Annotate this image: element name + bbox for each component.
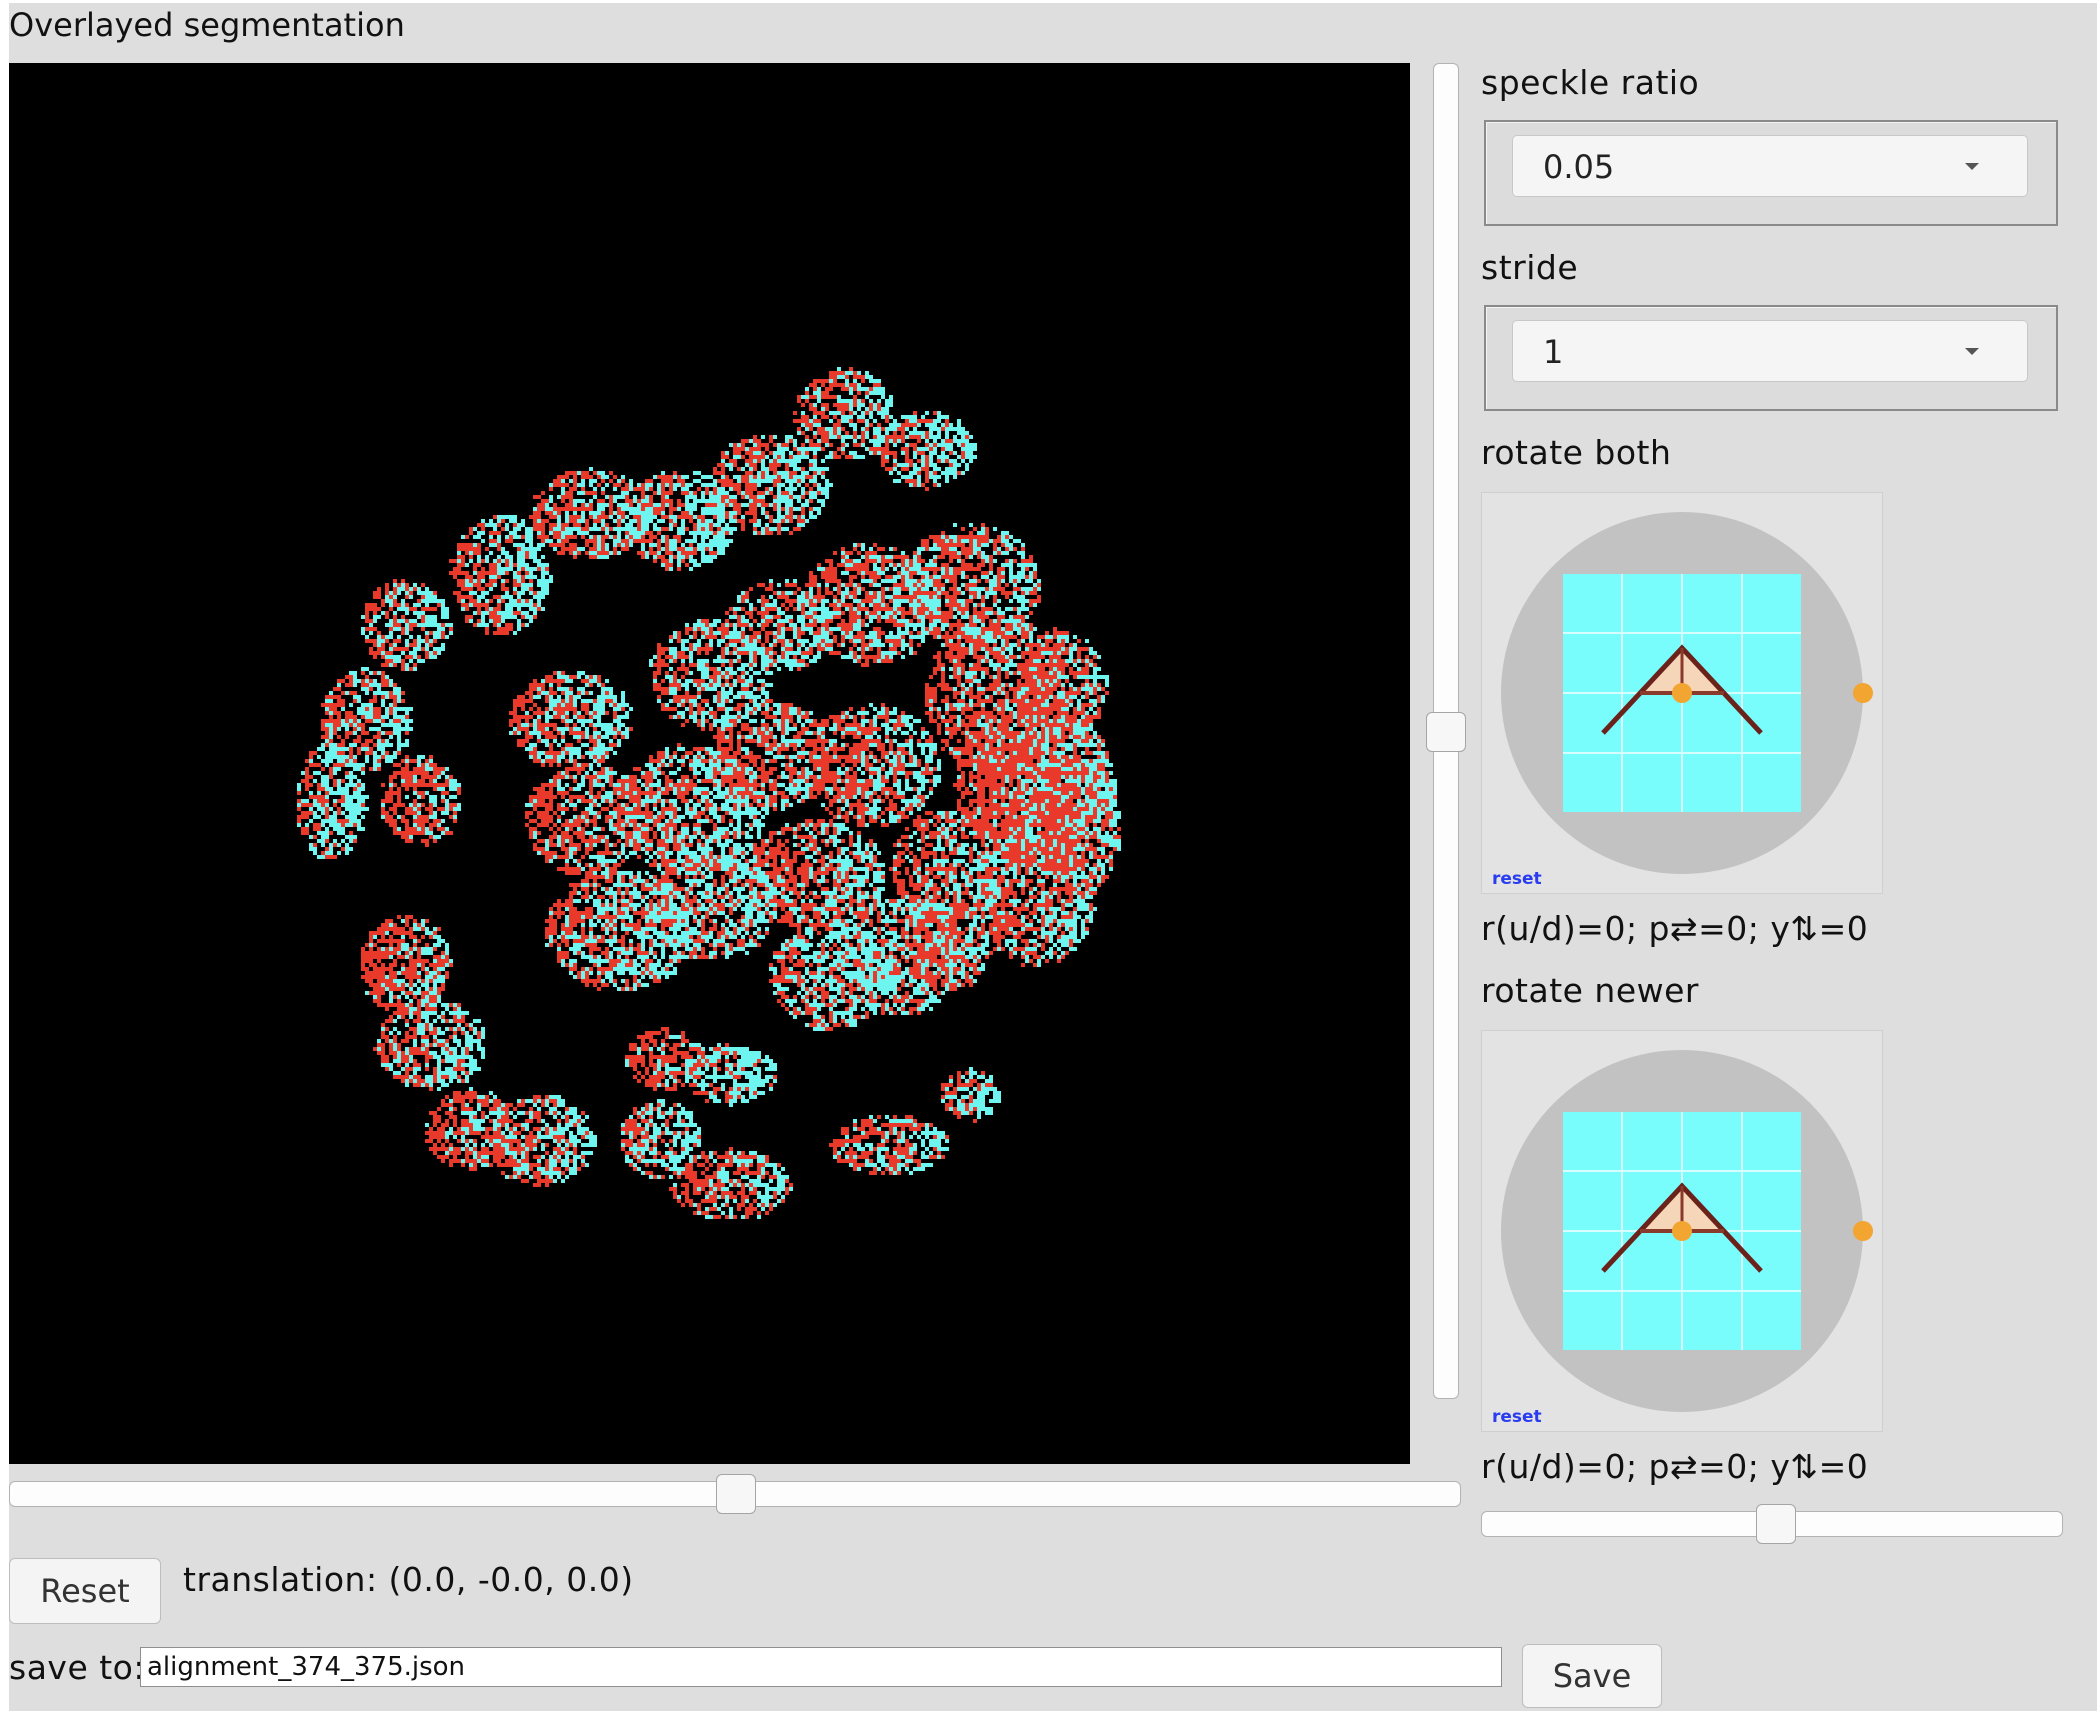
- speckle-ratio-label: speckle ratio: [1481, 63, 1699, 102]
- rotate-both-widget[interactable]: reset: [1481, 492, 1883, 894]
- rotate-both-reset-link[interactable]: reset: [1492, 869, 1542, 889]
- segmentation-canvas[interactable]: [9, 63, 1410, 1464]
- speckle-ratio-select[interactable]: 0.05: [1512, 135, 2028, 197]
- reset-button[interactable]: Reset: [9, 1558, 161, 1624]
- translation-readout: translation: (0.0, -0.0, 0.0): [183, 1560, 634, 1599]
- horizontal-slider[interactable]: [9, 1481, 1461, 1507]
- save-to-label: save to:: [9, 1648, 145, 1687]
- stride-label: stride: [1481, 248, 1578, 287]
- right-slider-thumb[interactable]: [1756, 1504, 1796, 1544]
- caret-down-icon: [1965, 348, 1979, 355]
- depth-slider[interactable]: [1433, 63, 1459, 1399]
- overlay-panel: Overlayed segmentation speckle ratio 0.0…: [9, 3, 2097, 1711]
- depth-slider-thumb[interactable]: [1426, 712, 1466, 752]
- rotate-newer-reset-link[interactable]: reset: [1492, 1407, 1542, 1427]
- rotate-newer-readout: r(u/d)=0; p⇄=0; y⇅=0: [1481, 1447, 1868, 1486]
- horizontal-slider-thumb[interactable]: [716, 1474, 756, 1514]
- rotation-widget-icon[interactable]: [1482, 493, 1882, 893]
- rotate-newer-label: rotate newer: [1481, 971, 1699, 1010]
- panel-title: Overlayed segmentation: [9, 3, 405, 47]
- stride-dropdown-wrap: 1: [1484, 305, 2058, 411]
- stride-value: 1: [1543, 333, 1563, 371]
- rotate-newer-widget[interactable]: reset: [1481, 1030, 1883, 1432]
- speckle-ratio-value: 0.05: [1543, 148, 1614, 186]
- save-button[interactable]: Save: [1522, 1644, 1662, 1708]
- rotate-both-label: rotate both: [1481, 433, 1671, 472]
- rotate-both-readout: r(u/d)=0; p⇄=0; y⇅=0: [1481, 909, 1868, 948]
- save-path-input[interactable]: [140, 1647, 1502, 1687]
- caret-down-icon: [1965, 163, 1979, 170]
- segmentation-viewer[interactable]: [9, 63, 1410, 1464]
- stride-select[interactable]: 1: [1512, 320, 2028, 382]
- right-slider[interactable]: [1481, 1511, 2063, 1537]
- rotation-widget-icon[interactable]: [1482, 1031, 1882, 1431]
- speckle-ratio-dropdown-wrap: 0.05: [1484, 120, 2058, 226]
